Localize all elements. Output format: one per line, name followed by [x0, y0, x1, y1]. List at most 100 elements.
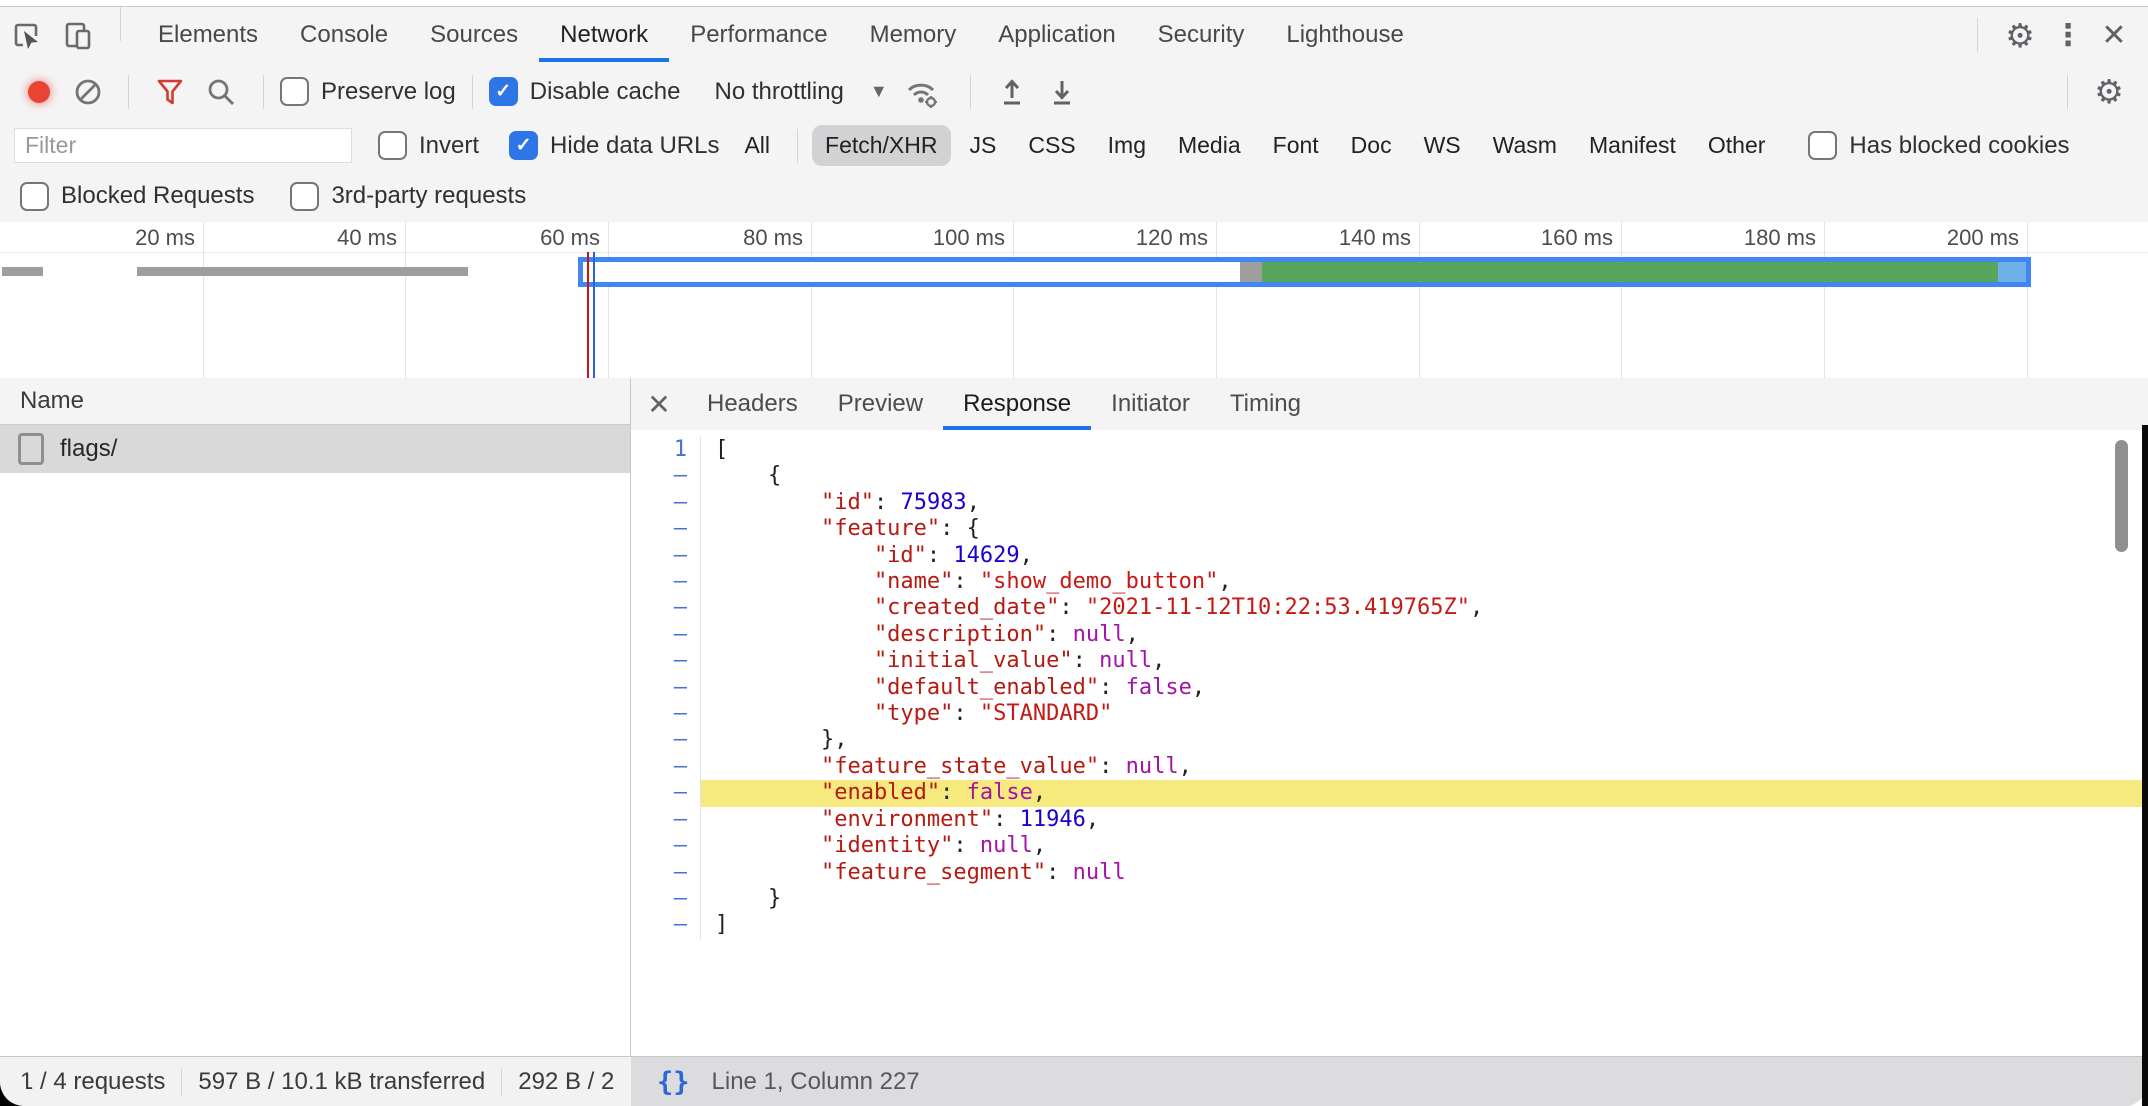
line-number: –: [631, 569, 701, 595]
code-line: – "feature_state_value": null,: [631, 754, 2148, 780]
timeline-tick-label: 100 ms: [855, 225, 1005, 251]
inspect-element-icon[interactable]: [0, 7, 52, 63]
type-filter-fetchxhr[interactable]: Fetch/XHR: [812, 125, 950, 166]
tab-sources[interactable]: Sources: [409, 7, 539, 63]
clear-network-log-icon[interactable]: [64, 77, 112, 107]
timeline-tick-label: 140 ms: [1261, 225, 1411, 251]
checkbox-box[interactable]: [280, 77, 309, 106]
timeline-gridline: [1824, 222, 1825, 378]
vertical-scrollbar[interactable]: [2115, 440, 2128, 552]
disable-cache-checkbox[interactable]: ✓ Disable cache: [489, 77, 681, 106]
waterfall-segment-tail: [1998, 262, 2026, 282]
checkbox-box[interactable]: [1808, 131, 1837, 160]
type-filter-other[interactable]: Other: [1695, 125, 1779, 166]
timeline-gridline: [203, 222, 204, 378]
overview-request-bar[interactable]: [2, 267, 43, 276]
code-text: "default_enabled": false,: [701, 675, 2148, 701]
tab-application[interactable]: Application: [977, 7, 1136, 63]
line-number: –: [631, 463, 701, 489]
line-number: –: [631, 886, 701, 912]
ruler-divider: [0, 252, 2148, 253]
waterfall-segment-content-download: [1262, 262, 1998, 282]
type-filter-css[interactable]: CSS: [1015, 125, 1088, 166]
detail-tab-initiator[interactable]: Initiator: [1091, 378, 1210, 430]
response-body-view[interactable]: 1[– {– "id": 75983,– "feature": {– "id":…: [631, 430, 2148, 1056]
response-code: 1[– {– "id": 75983,– "feature": {– "id":…: [631, 437, 2148, 939]
dom-content-loaded-event-line: [593, 252, 595, 378]
resources-size: 292 B / 2: [518, 1068, 614, 1096]
import-har-icon[interactable]: [987, 76, 1037, 108]
code-text: "identity": null,: [701, 833, 2148, 859]
code-line: – "feature": {: [631, 516, 2148, 542]
window-edge: [2142, 425, 2148, 1106]
code-text: [: [701, 437, 2148, 463]
type-filter-media[interactable]: Media: [1165, 125, 1254, 166]
chevron-down-icon: ▼: [870, 81, 888, 102]
tab-bar-actions: ⚙ ⋮ ✕: [1961, 7, 2148, 63]
tab-security[interactable]: Security: [1137, 7, 1266, 63]
code-text: "description": null,: [701, 622, 2148, 648]
export-har-icon[interactable]: [1037, 76, 1087, 108]
detail-tab-response[interactable]: Response: [943, 378, 1091, 430]
hide-data-urls-checkbox[interactable]: ✓ Hide data URLs: [509, 131, 719, 160]
throttling-dropdown[interactable]: No throttling ▼: [714, 78, 887, 106]
detail-tabs: ✕ HeadersPreviewResponseInitiatorTiming: [631, 378, 2148, 431]
invert-checkbox[interactable]: Invert: [378, 131, 479, 160]
code-line: – "name": "show_demo_button",: [631, 569, 2148, 595]
overview-selected-request-bar[interactable]: [578, 257, 2031, 287]
detail-tab-headers[interactable]: Headers: [687, 378, 818, 430]
type-filter-all[interactable]: All: [731, 125, 783, 166]
record-network-log-button[interactable]: [28, 81, 50, 103]
checkbox-box[interactable]: ✓: [489, 77, 518, 106]
type-filter-doc[interactable]: Doc: [1338, 125, 1405, 166]
tab-performance[interactable]: Performance: [669, 7, 848, 63]
type-filter-wasm[interactable]: Wasm: [1480, 125, 1570, 166]
divider: [120, 7, 121, 41]
detail-tab-timing[interactable]: Timing: [1210, 378, 1321, 430]
timeline-tick-label: 120 ms: [1058, 225, 1208, 251]
code-line: – "description": null,: [631, 622, 2148, 648]
blocked-requests-label: Blocked Requests: [61, 182, 254, 210]
timeline-gridline: [1419, 222, 1420, 378]
checkbox-box[interactable]: [290, 182, 319, 211]
request-name: flags/: [60, 435, 117, 463]
cursor-position: Line 1, Column 227: [712, 1068, 920, 1096]
pretty-print-icon[interactable]: {}: [657, 1067, 690, 1098]
checkbox-box[interactable]: ✓: [509, 131, 538, 160]
timeline-tick-label: 20 ms: [45, 225, 195, 251]
tab-memory[interactable]: Memory: [849, 7, 978, 63]
checkbox-box[interactable]: [20, 182, 49, 211]
code-text: "enabled": false,: [701, 780, 2148, 806]
preserve-log-checkbox[interactable]: Preserve log: [280, 77, 456, 106]
settings-gear-icon[interactable]: ⚙: [1994, 16, 2046, 55]
request-row[interactable]: flags/: [0, 425, 630, 473]
load-event-line: [587, 252, 589, 378]
tab-elements[interactable]: Elements: [137, 7, 279, 63]
network-overview-timeline[interactable]: 20 ms40 ms60 ms80 ms100 ms120 ms140 ms16…: [0, 222, 2148, 379]
network-conditions-icon[interactable]: [888, 74, 954, 110]
type-filter-manifest[interactable]: Manifest: [1576, 125, 1689, 166]
checkbox-box[interactable]: [378, 131, 407, 160]
type-filter-img[interactable]: Img: [1095, 125, 1159, 166]
network-settings-gear-icon[interactable]: ⚙: [2084, 72, 2134, 111]
type-filter-ws[interactable]: WS: [1411, 125, 1474, 166]
name-column-header[interactable]: Name: [0, 378, 630, 425]
type-filter-font[interactable]: Font: [1260, 125, 1332, 166]
tab-lighthouse[interactable]: Lighthouse: [1265, 7, 1424, 63]
more-options-icon[interactable]: ⋮: [2046, 18, 2090, 53]
code-line: – {: [631, 463, 2148, 489]
third-party-requests-checkbox[interactable]: 3rd-party requests: [290, 182, 526, 211]
search-icon[interactable]: [195, 76, 247, 108]
filter-funnel-icon[interactable]: [145, 77, 195, 107]
tab-network[interactable]: Network: [539, 7, 669, 63]
filter-input[interactable]: [14, 128, 352, 163]
blocked-requests-checkbox[interactable]: Blocked Requests: [20, 182, 254, 211]
detail-tab-preview[interactable]: Preview: [818, 378, 943, 430]
close-devtools-icon[interactable]: ✕: [2090, 18, 2138, 53]
device-toolbar-icon[interactable]: [52, 7, 104, 63]
type-filter-js[interactable]: JS: [957, 125, 1010, 166]
has-blocked-cookies-checkbox[interactable]: Has blocked cookies: [1808, 131, 2069, 160]
overview-request-bar[interactable]: [137, 267, 468, 276]
tab-console[interactable]: Console: [279, 7, 409, 63]
close-detail-icon[interactable]: ✕: [631, 378, 687, 430]
